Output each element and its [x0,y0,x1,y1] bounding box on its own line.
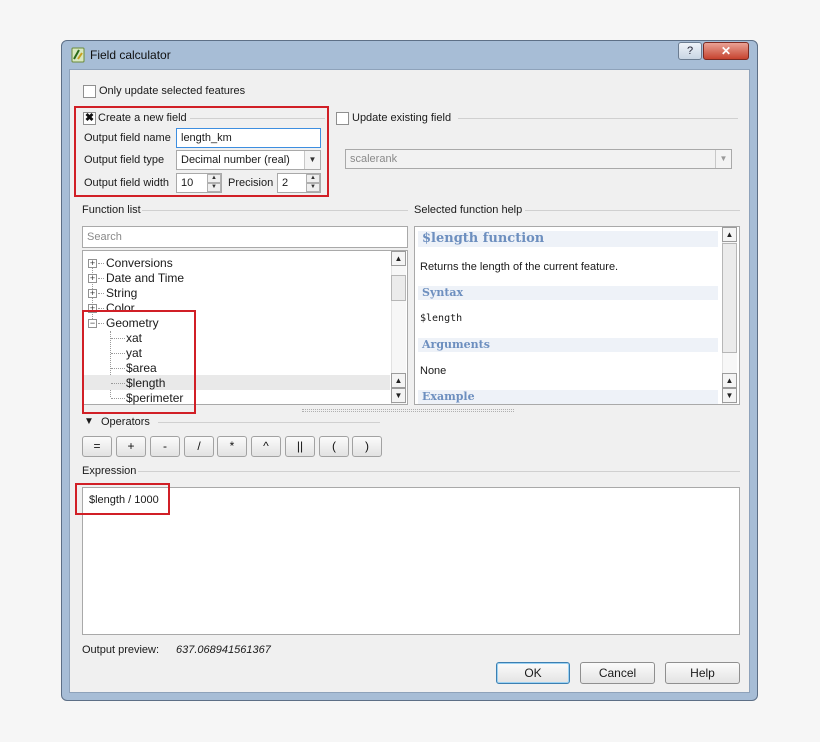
existing-field-value: scalerank [350,153,398,165]
tree-item-date-and-time[interactable]: Date and Time [106,271,184,286]
collapse-arrow-icon[interactable]: ▼ [84,416,94,427]
create-field-highlight [74,106,329,197]
tree-item-string[interactable]: String [106,286,137,301]
update-field-group-line [458,118,738,119]
function-help-label: Selected function help [414,204,523,216]
search-placeholder: Search [87,231,122,243]
scroll-up-icon[interactable]: ▲ [391,251,406,266]
expression-line [138,471,740,472]
geometry-highlight [82,310,196,414]
expand-icon[interactable]: + [88,289,97,298]
close-button[interactable]: ✕ [703,42,749,60]
power-button[interactable]: ^ [251,436,281,457]
scroll-thumb[interactable] [391,275,406,301]
dialog-body: Only update selected features ✖ Create a… [69,69,750,693]
function-list-label: Function list [82,204,141,216]
field-calculator-window: Field calculator ? ✕ Only update selecte… [61,40,758,701]
expression-label: Expression [82,465,137,477]
scroll-up-icon[interactable]: ▲ [391,373,406,388]
tree-line [98,263,104,264]
scroll-down-icon[interactable]: ▼ [391,388,406,403]
chevron-down-icon[interactable]: ▼ [715,150,731,168]
scroll-up-icon[interactable]: ▲ [722,227,737,242]
equals-button[interactable]: = [82,436,112,457]
function-help-panel: $length function Returns the length of t… [414,226,740,405]
help-title-button[interactable]: ? [678,42,702,60]
minus-button[interactable]: - [150,436,180,457]
expression-editor[interactable]: $length / 1000 [82,487,740,635]
scroll-down-icon[interactable]: ▼ [722,388,737,403]
close-paren-button[interactable]: ) [352,436,382,457]
concat-button[interactable]: || [285,436,315,457]
help-arguments-heading: Arguments [418,338,718,352]
function-list-line [142,210,408,211]
calculator-icon [71,47,85,63]
expression-highlight [75,483,170,515]
help-example-heading: Example [418,390,718,404]
multiply-button[interactable]: * [217,436,247,457]
help-syntax-heading: Syntax [418,286,718,300]
help-description: Returns the length of the current featur… [420,261,619,273]
help-heading: $length function [418,231,718,247]
scroll-thumb[interactable] [722,243,737,353]
update-existing-field-label: Update existing field [352,112,452,124]
output-preview-value: 637.068941561367 [176,644,271,656]
expand-icon[interactable]: + [88,259,97,268]
tree-line [98,308,104,309]
tree-line [98,278,104,279]
operators-label: Operators [101,416,150,428]
open-paren-button[interactable]: ( [319,436,349,457]
ok-button[interactable]: OK [496,662,570,684]
existing-field-select[interactable]: scalerank [345,149,732,169]
only-update-selected-checkbox[interactable] [83,85,96,98]
scroll-up-icon[interactable]: ▲ [722,373,737,388]
help-button[interactable]: Help [665,662,740,684]
only-update-selected-label: Only update selected features [99,85,246,97]
update-existing-field-checkbox[interactable] [336,112,349,125]
function-help-line [525,210,740,211]
window-title: Field calculator [90,48,171,62]
expand-icon[interactable]: + [88,274,97,283]
plus-button[interactable]: + [116,436,146,457]
splitter-handle[interactable] [302,409,514,412]
output-preview-label: Output preview: [82,644,160,656]
divide-button[interactable]: / [184,436,214,457]
function-search-input[interactable]: Search [82,226,408,248]
cancel-button[interactable]: Cancel [580,662,655,684]
title-bar[interactable]: Field calculator ? ✕ [62,41,757,69]
help-arguments: None [420,365,447,377]
help-syntax: $length [420,313,463,324]
tree-line [98,293,104,294]
operators-line [158,422,380,423]
tree-item-conversions[interactable]: Conversions [106,256,173,271]
